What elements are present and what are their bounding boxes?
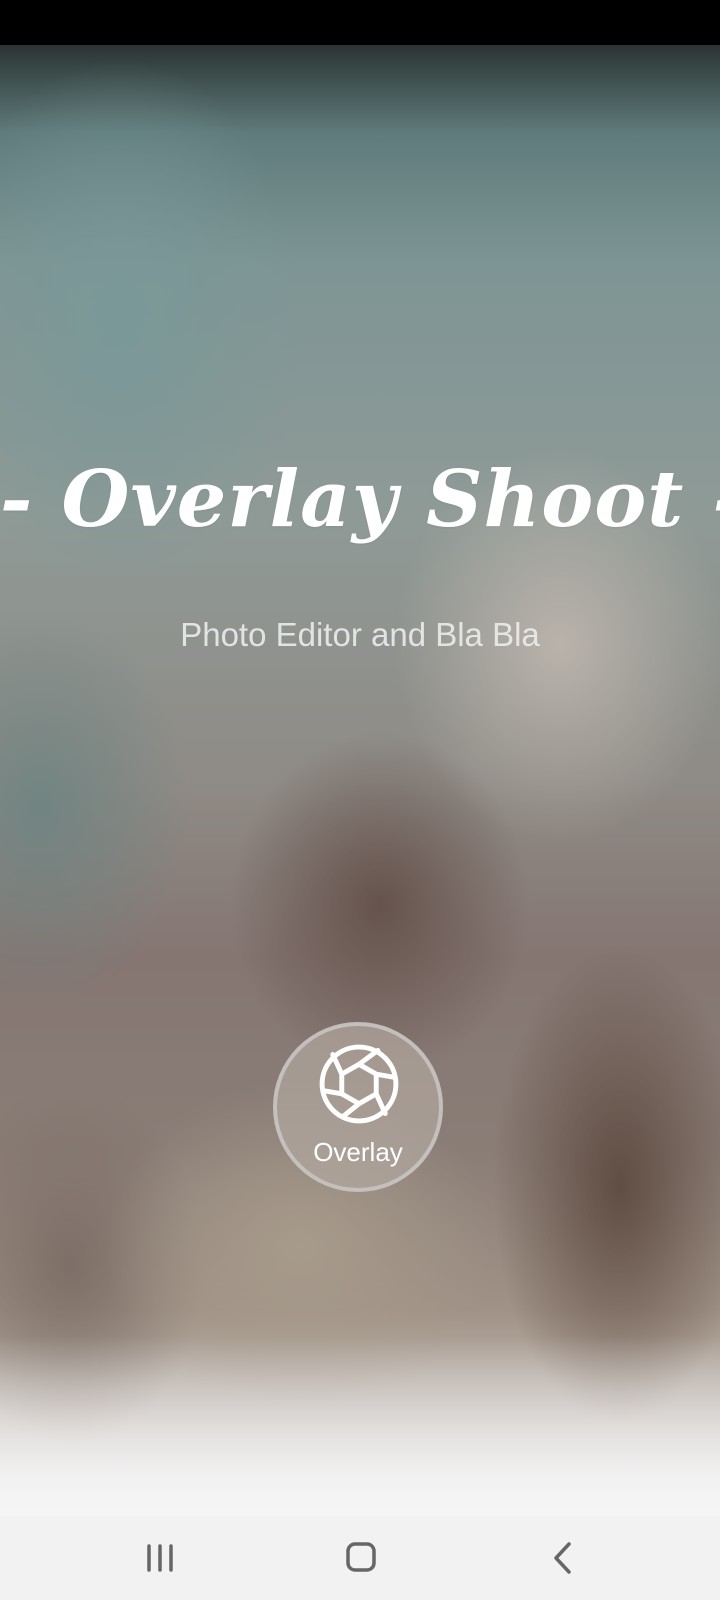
home-button[interactable]	[325, 1530, 397, 1586]
navigation-bar	[0, 1516, 720, 1600]
recent-apps-button[interactable]	[125, 1530, 197, 1586]
back-button[interactable]	[527, 1530, 599, 1586]
app-title: - Overlay Shoot -	[0, 454, 720, 545]
status-bar	[0, 0, 720, 45]
camera-aperture-icon	[318, 1043, 400, 1125]
app-subtitle: Photo Editor and Bla Bla	[180, 616, 540, 653]
overlay-button[interactable]: Overlay	[273, 1022, 443, 1192]
overlay-button-label: Overlay	[313, 1137, 403, 1167]
splash-screen: - Overlay Shoot - Photo Editor and Bla B…	[0, 45, 720, 1516]
